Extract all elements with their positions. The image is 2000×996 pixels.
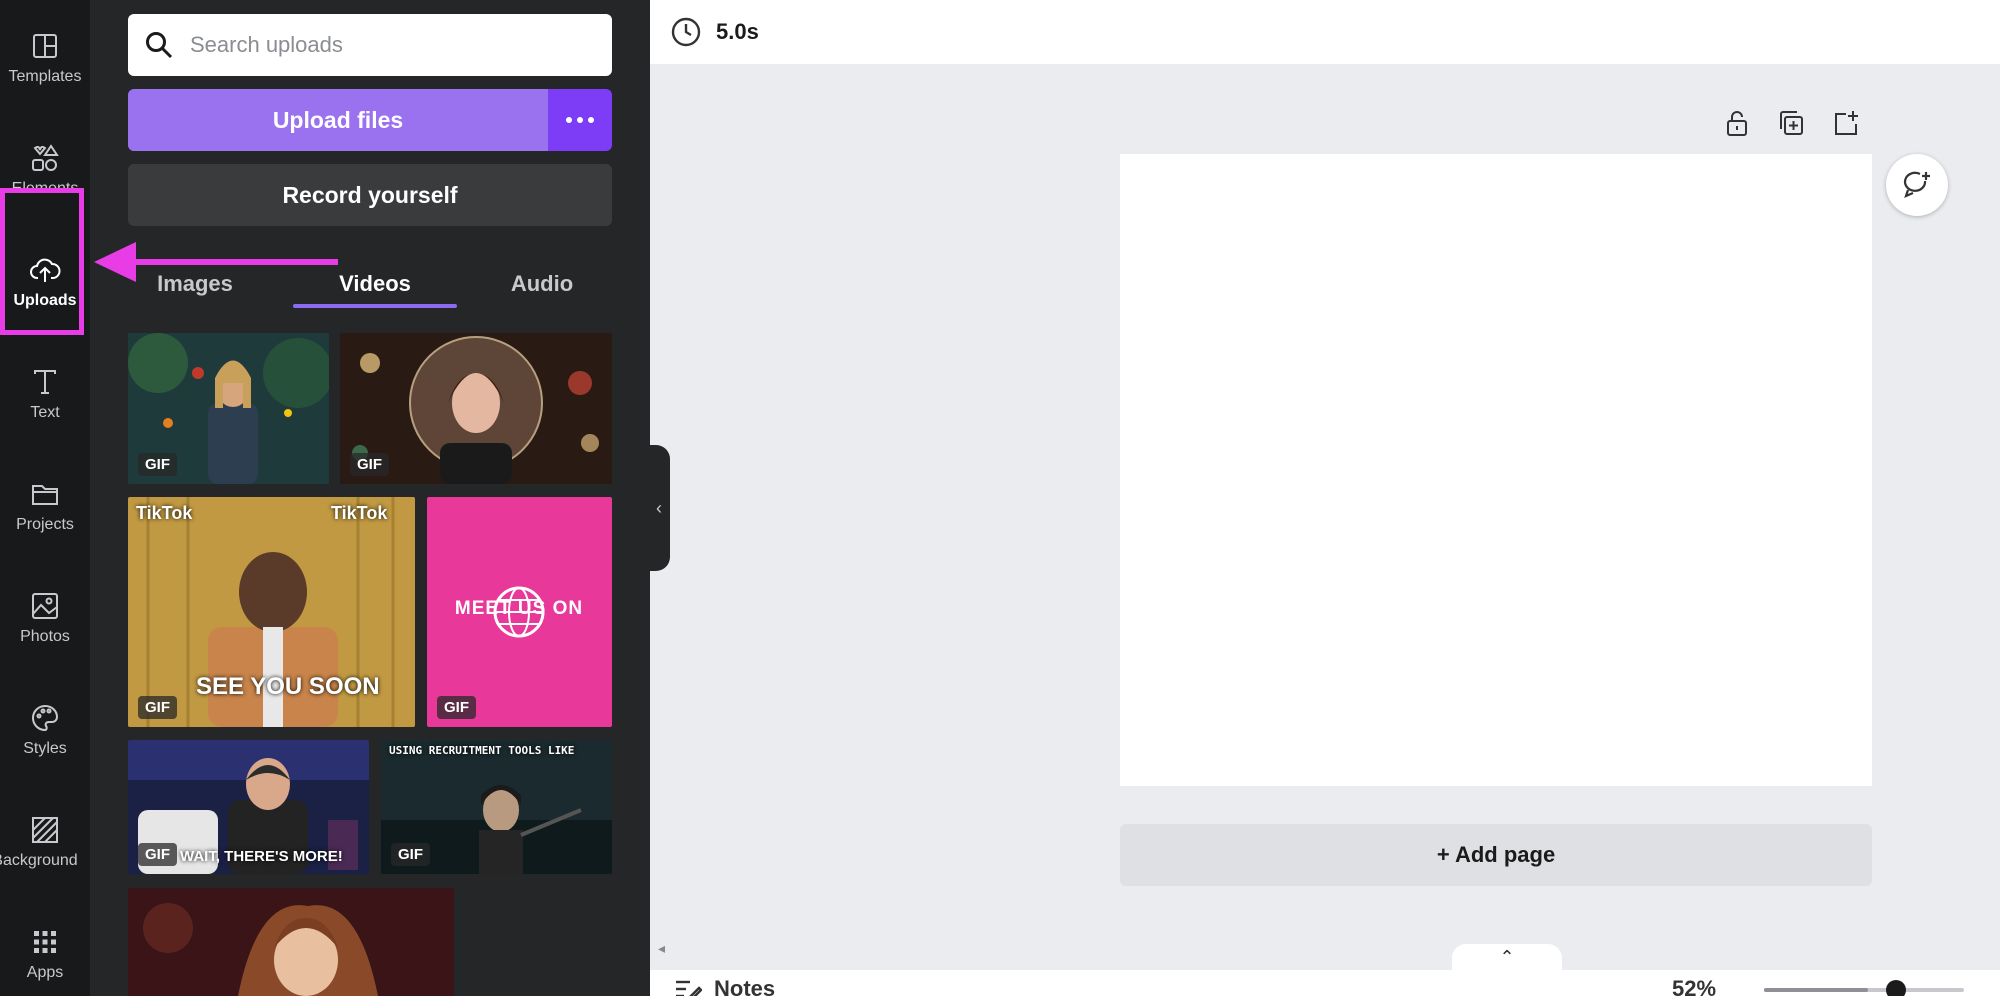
comment-add-icon: [1903, 171, 1930, 198]
search-input[interactable]: [190, 32, 590, 58]
gif-badge: GIF: [138, 843, 177, 866]
page-tools: [1722, 108, 1860, 138]
elements-icon: [32, 144, 59, 171]
rail-item-label: Text: [30, 404, 60, 421]
unlock-icon[interactable]: [1722, 108, 1752, 138]
rail-item-text[interactable]: Text: [0, 344, 90, 444]
active-tab-indicator: [293, 304, 457, 308]
thumbnail-caption: WAIT, THERE'S MORE!: [180, 848, 343, 865]
rail-item-projects[interactable]: Projects: [0, 456, 90, 556]
record-yourself-button[interactable]: Record yourself: [128, 164, 612, 226]
templates-icon: [33, 34, 57, 58]
rail-item-label: Photos: [20, 628, 70, 645]
dot-icon: [566, 117, 572, 123]
clock-icon[interactable]: [670, 16, 702, 48]
thumbnail-image: [128, 888, 454, 996]
background-icon: [32, 817, 58, 843]
left-nav-rail: Templates Elements Uploads Text Projects…: [0, 0, 90, 996]
chevron-left-icon: ‹: [656, 497, 662, 518]
gif-badge: GIF: [350, 453, 389, 476]
gif-badge: GIF: [391, 843, 430, 866]
collapse-panel-handle[interactable]: ‹: [648, 445, 670, 571]
palette-icon: [32, 704, 59, 732]
bottom-bar: Notes 52%: [650, 970, 2000, 996]
video-thumbnail[interactable]: MEET US ON THE URL. GIF: [427, 497, 612, 727]
expand-timeline-button[interactable]: ⌃: [1452, 944, 1562, 970]
zoom-slider[interactable]: [1764, 988, 1964, 992]
video-thumbnail[interactable]: GIF: [340, 333, 612, 484]
rail-item-label: Styles: [23, 740, 67, 757]
rail-item-styles[interactable]: Styles: [0, 680, 90, 780]
apps-grid-icon: [34, 931, 56, 953]
dot-icon: [588, 117, 594, 123]
dot-icon: [577, 117, 583, 123]
tab-audio[interactable]: Audio: [480, 258, 604, 310]
zoom-slider-handle[interactable]: [1886, 980, 1906, 996]
thumbnail-logo-text: TikTok: [136, 503, 193, 523]
zoom-slider-fill: [1764, 988, 1868, 992]
gif-badge: GIF: [437, 696, 476, 719]
rail-item-label: Projects: [16, 516, 74, 533]
gif-badge: GIF: [138, 696, 177, 719]
rail-item-label: Background: [0, 852, 78, 869]
chevron-up-icon: ⌃: [1499, 946, 1515, 967]
text-icon: [34, 370, 56, 394]
video-thumbnail[interactable]: [128, 888, 454, 996]
gif-badge: GIF: [138, 453, 177, 476]
video-thumbnail[interactable]: GIF: [128, 333, 329, 484]
thumbnail-logo-text: TikTok: [331, 503, 388, 523]
image-icon: [32, 593, 58, 619]
top-toolbar: 5.0s: [650, 0, 2000, 64]
annotation-arrow-icon: [94, 242, 338, 282]
video-thumbnail[interactable]: USING RECRUITMENT TOOLS LIKE GIF: [381, 740, 612, 874]
folder-icon: [32, 485, 58, 505]
rail-item-apps[interactable]: Apps: [0, 904, 90, 996]
uploads-highlight-box: [0, 188, 84, 335]
duplicate-page-icon[interactable]: [1776, 108, 1806, 138]
notes-button[interactable]: Notes: [674, 976, 775, 996]
rail-item-photos[interactable]: Photos: [0, 568, 90, 668]
thumbnail-caption: SEE YOU SOON: [196, 673, 380, 700]
add-comment-button[interactable]: [1886, 154, 1948, 216]
rail-item-background[interactable]: Background: [0, 792, 90, 892]
rail-item-label: Apps: [26, 964, 64, 981]
uploads-panel: Upload files Record yourself Images Vide…: [90, 0, 650, 996]
design-canvas-page[interactable]: [1120, 154, 1872, 786]
search-icon: [146, 32, 173, 59]
add-page-button[interactable]: + Add page: [1120, 824, 1872, 886]
thumbnail-caption: USING RECRUITMENT TOOLS LIKE: [389, 744, 575, 757]
add-page-icon[interactable]: [1830, 108, 1860, 138]
notes-icon: [676, 980, 702, 996]
rail-item-templates[interactable]: Templates: [0, 8, 90, 108]
notes-label: Notes: [714, 976, 776, 996]
search-box[interactable]: [128, 14, 612, 76]
rail-item-label: Templates: [8, 68, 82, 85]
video-thumbnail[interactable]: WAIT, THERE'S MORE! GIF: [128, 740, 369, 874]
scroll-left-icon[interactable]: ◂: [658, 940, 665, 957]
zoom-percentage[interactable]: 52%: [1672, 976, 1716, 996]
video-thumbnail[interactable]: TikTok TikTok SEE YOU SOON GIF: [128, 497, 415, 727]
duration-label[interactable]: 5.0s: [716, 19, 759, 45]
upload-files-button[interactable]: Upload files: [128, 89, 548, 151]
more-options-button[interactable]: [548, 89, 612, 151]
